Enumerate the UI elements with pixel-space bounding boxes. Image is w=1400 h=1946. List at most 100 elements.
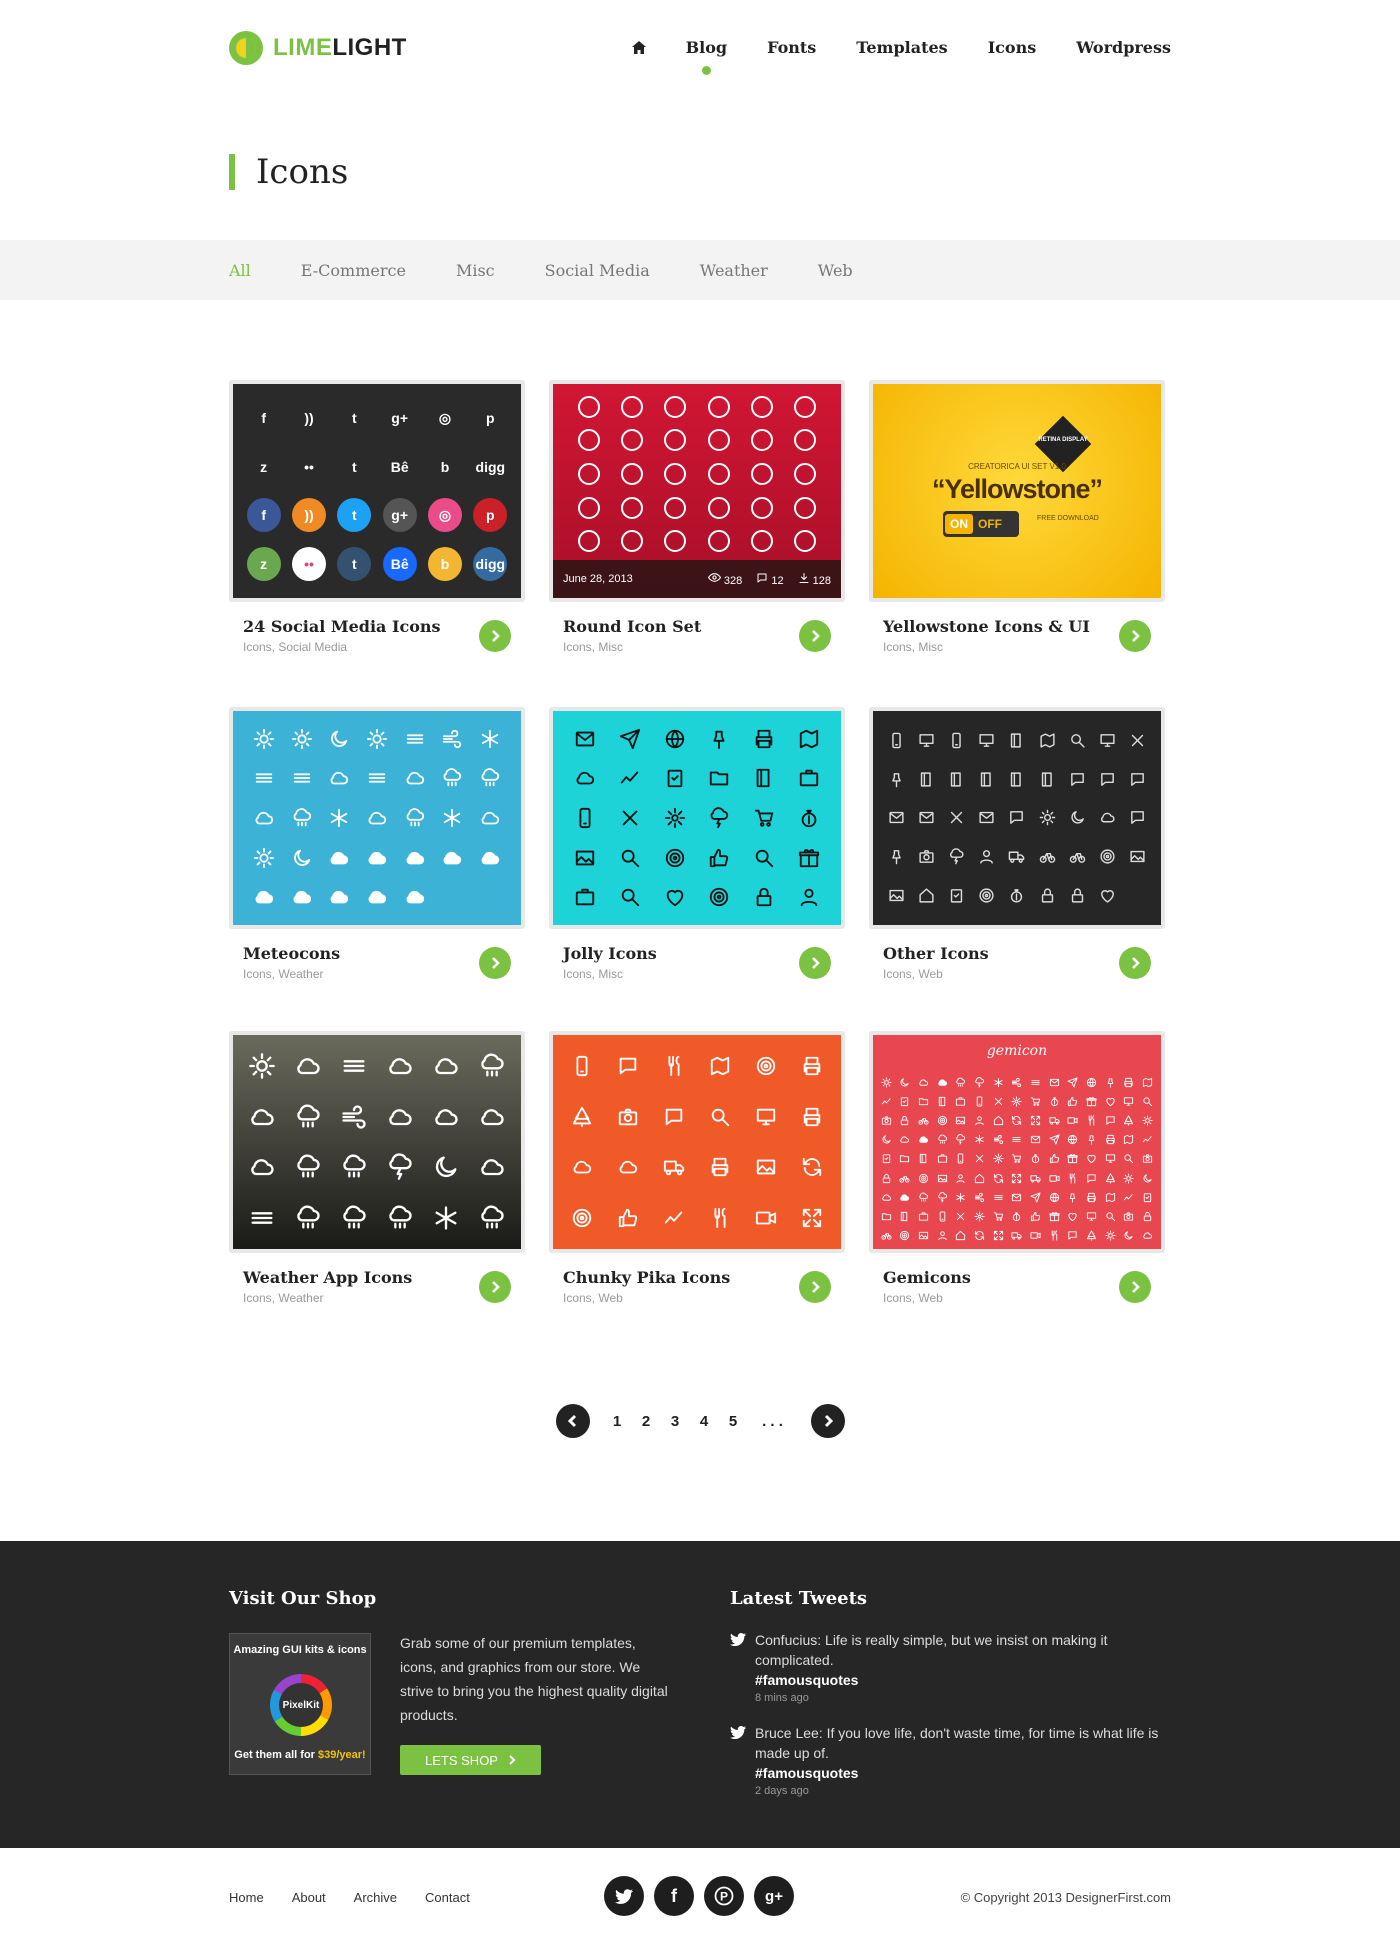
logo[interactable]: LIMELIGHT bbox=[229, 31, 407, 65]
tweet-hashtag[interactable]: #famousquotes bbox=[730, 1670, 1170, 1690]
gem-icon bbox=[956, 1192, 966, 1202]
footer-link-home[interactable]: Home bbox=[229, 1890, 264, 1905]
footer-link-contact[interactable]: Contact bbox=[425, 1890, 470, 1905]
footer-link-archive[interactable]: Archive bbox=[354, 1890, 397, 1905]
page-2[interactable]: 2 bbox=[632, 1413, 661, 1430]
weather-icon bbox=[255, 773, 273, 783]
card-thumbnail[interactable]: RETINA DISPLAY CREATORICA UI SET V1.0 “Yel… bbox=[869, 380, 1165, 602]
gem-icon bbox=[938, 1231, 947, 1241]
bag-icon bbox=[576, 888, 595, 906]
pixelkit-banner[interactable]: Amazing GUI kits & icons PixelKit Get th… bbox=[229, 1633, 371, 1775]
card-thumbnail[interactable] bbox=[549, 1031, 845, 1253]
pinterest-button[interactable]: P bbox=[704, 1876, 744, 1916]
open-card-button[interactable] bbox=[479, 1271, 511, 1303]
card-thumbnail[interactable] bbox=[549, 707, 845, 929]
facebook-button[interactable]: f bbox=[654, 1876, 694, 1916]
outline-icon bbox=[920, 772, 931, 787]
card-chunky-pika-icons[interactable]: Chunky Pika Icons Icons, Web bbox=[549, 1031, 845, 1313]
gem-icon bbox=[956, 1117, 966, 1125]
round-glyph-icon bbox=[707, 496, 730, 519]
next-page-button[interactable] bbox=[810, 1404, 845, 1438]
weather-icon bbox=[444, 768, 462, 787]
filter-weather[interactable]: Weather bbox=[700, 261, 768, 280]
weather-icon bbox=[293, 891, 311, 904]
page-1[interactable]: 1 bbox=[603, 1413, 632, 1430]
tweet-hashtag[interactable]: #famousquotes bbox=[730, 1763, 1170, 1783]
card-info: Round Icon Set Icons, Misc bbox=[549, 602, 845, 662]
lets-shop-button[interactable]: LETS SHOP bbox=[400, 1745, 541, 1775]
filter-social-media[interactable]: Social Media bbox=[545, 261, 650, 280]
round-glyph-icon bbox=[577, 429, 600, 452]
card-jolly-icons[interactable]: Jolly Icons Icons, Misc bbox=[549, 707, 845, 989]
open-card-button[interactable] bbox=[1119, 1271, 1151, 1303]
card-info: Jolly Icons Icons, Misc bbox=[549, 929, 845, 989]
weather-icon bbox=[435, 1058, 458, 1075]
nav-wordpress[interactable]: Wordpress bbox=[1076, 38, 1171, 57]
card-thumbnail[interactable]: gemicon bbox=[869, 1031, 1165, 1253]
nav-fonts[interactable]: Fonts bbox=[767, 38, 816, 57]
nav-templates[interactable]: Templates bbox=[856, 38, 947, 57]
filter-all[interactable]: All bbox=[229, 261, 251, 280]
open-card-button[interactable] bbox=[1119, 947, 1151, 979]
card-meteocons[interactable]: Meteocons Icons, Weather bbox=[229, 707, 525, 989]
card-thumbnail[interactable]: June 28, 2013 328 12 128 bbox=[549, 380, 845, 602]
card-thumbnail[interactable] bbox=[229, 707, 525, 929]
page-3[interactable]: 3 bbox=[661, 1413, 690, 1430]
twitter-button[interactable] bbox=[604, 1876, 644, 1916]
gem-icon bbox=[1105, 1154, 1115, 1164]
tweets-heading: Latest Tweets bbox=[730, 1588, 868, 1609]
social-glyph-icon: f bbox=[261, 410, 266, 427]
card-thumbnail[interactable] bbox=[869, 707, 1165, 929]
outline-icon bbox=[1010, 811, 1024, 825]
card-thumbnail[interactable] bbox=[229, 1031, 525, 1253]
gem-icon bbox=[1087, 1212, 1097, 1221]
page-5[interactable]: 5 bbox=[719, 1413, 748, 1430]
filter-web[interactable]: Web bbox=[818, 261, 853, 280]
card-info: Meteocons Icons, Weather bbox=[229, 929, 525, 989]
google-plus-button[interactable]: g+ bbox=[754, 1876, 794, 1916]
social-glyph-icon: t bbox=[337, 498, 372, 533]
card-yellowstone-icons[interactable]: RETINA DISPLAY CREATORICA UI SET V1.0 “Yel… bbox=[869, 380, 1165, 662]
comments-count: 12 bbox=[756, 572, 784, 587]
weather-icon bbox=[330, 891, 349, 904]
card-24-social-media-icons[interactable]: f)) t g+ ◎ p z •• t Bê b digg f)) t g+ ◎ p z •• t Bê b digg 24… bbox=[229, 380, 525, 662]
outline-icon bbox=[891, 732, 901, 749]
prev-page-button[interactable] bbox=[555, 1404, 590, 1438]
open-card-button[interactable] bbox=[479, 947, 511, 979]
filter-misc[interactable]: Misc bbox=[456, 261, 495, 280]
gem-icon bbox=[956, 1077, 966, 1087]
outline-icon bbox=[1132, 734, 1144, 747]
weather-icon bbox=[343, 1060, 365, 1073]
gem-icon bbox=[1106, 1116, 1115, 1125]
thumb-icon bbox=[618, 1208, 638, 1227]
chevron-left-icon bbox=[567, 1414, 576, 1428]
open-card-button[interactable] bbox=[799, 947, 831, 979]
gem-icon bbox=[881, 1213, 891, 1220]
nav-home[interactable] bbox=[631, 41, 646, 54]
card-other-icons[interactable]: Other Icons Icons, Web bbox=[869, 707, 1165, 989]
open-card-button[interactable] bbox=[479, 620, 511, 652]
footer-link-about[interactable]: About bbox=[292, 1890, 326, 1905]
open-card-button[interactable] bbox=[799, 1271, 831, 1303]
gem-icon bbox=[1070, 1173, 1076, 1184]
outline-icon bbox=[919, 850, 934, 864]
nav-blog[interactable]: Blog bbox=[686, 38, 727, 75]
social-glyph-icon: z bbox=[246, 546, 281, 581]
filter-e-commerce[interactable]: E-Commerce bbox=[301, 261, 406, 280]
card-gemicons[interactable]: gemicon Gemicons Icons, Web bbox=[869, 1031, 1165, 1313]
open-card-button[interactable] bbox=[1119, 620, 1151, 652]
nav-icons[interactable]: Icons bbox=[988, 38, 1037, 57]
page-4[interactable]: 4 bbox=[690, 1413, 719, 1430]
weather-icon bbox=[255, 891, 273, 904]
truck-icon bbox=[663, 1160, 685, 1176]
gem-icon bbox=[994, 1097, 1002, 1106]
open-card-button[interactable] bbox=[799, 620, 831, 652]
weather-icon bbox=[406, 891, 424, 904]
gem-icon bbox=[974, 1211, 985, 1222]
weather-icon bbox=[389, 1108, 412, 1125]
card-round-icon-set[interactable]: June 28, 2013 328 12 128 Round Icon Set Ic… bbox=[549, 380, 845, 662]
card-thumbnail[interactable]: f)) t g+ ◎ p z •• t Bê b digg f)) t g+ ◎ p z •• t Bê b digg bbox=[229, 380, 525, 602]
social-links: f P g+ bbox=[604, 1876, 794, 1916]
card-weather-app-icons[interactable]: Weather App Icons Icons, Weather bbox=[229, 1031, 525, 1313]
gem-icon bbox=[1068, 1212, 1078, 1221]
